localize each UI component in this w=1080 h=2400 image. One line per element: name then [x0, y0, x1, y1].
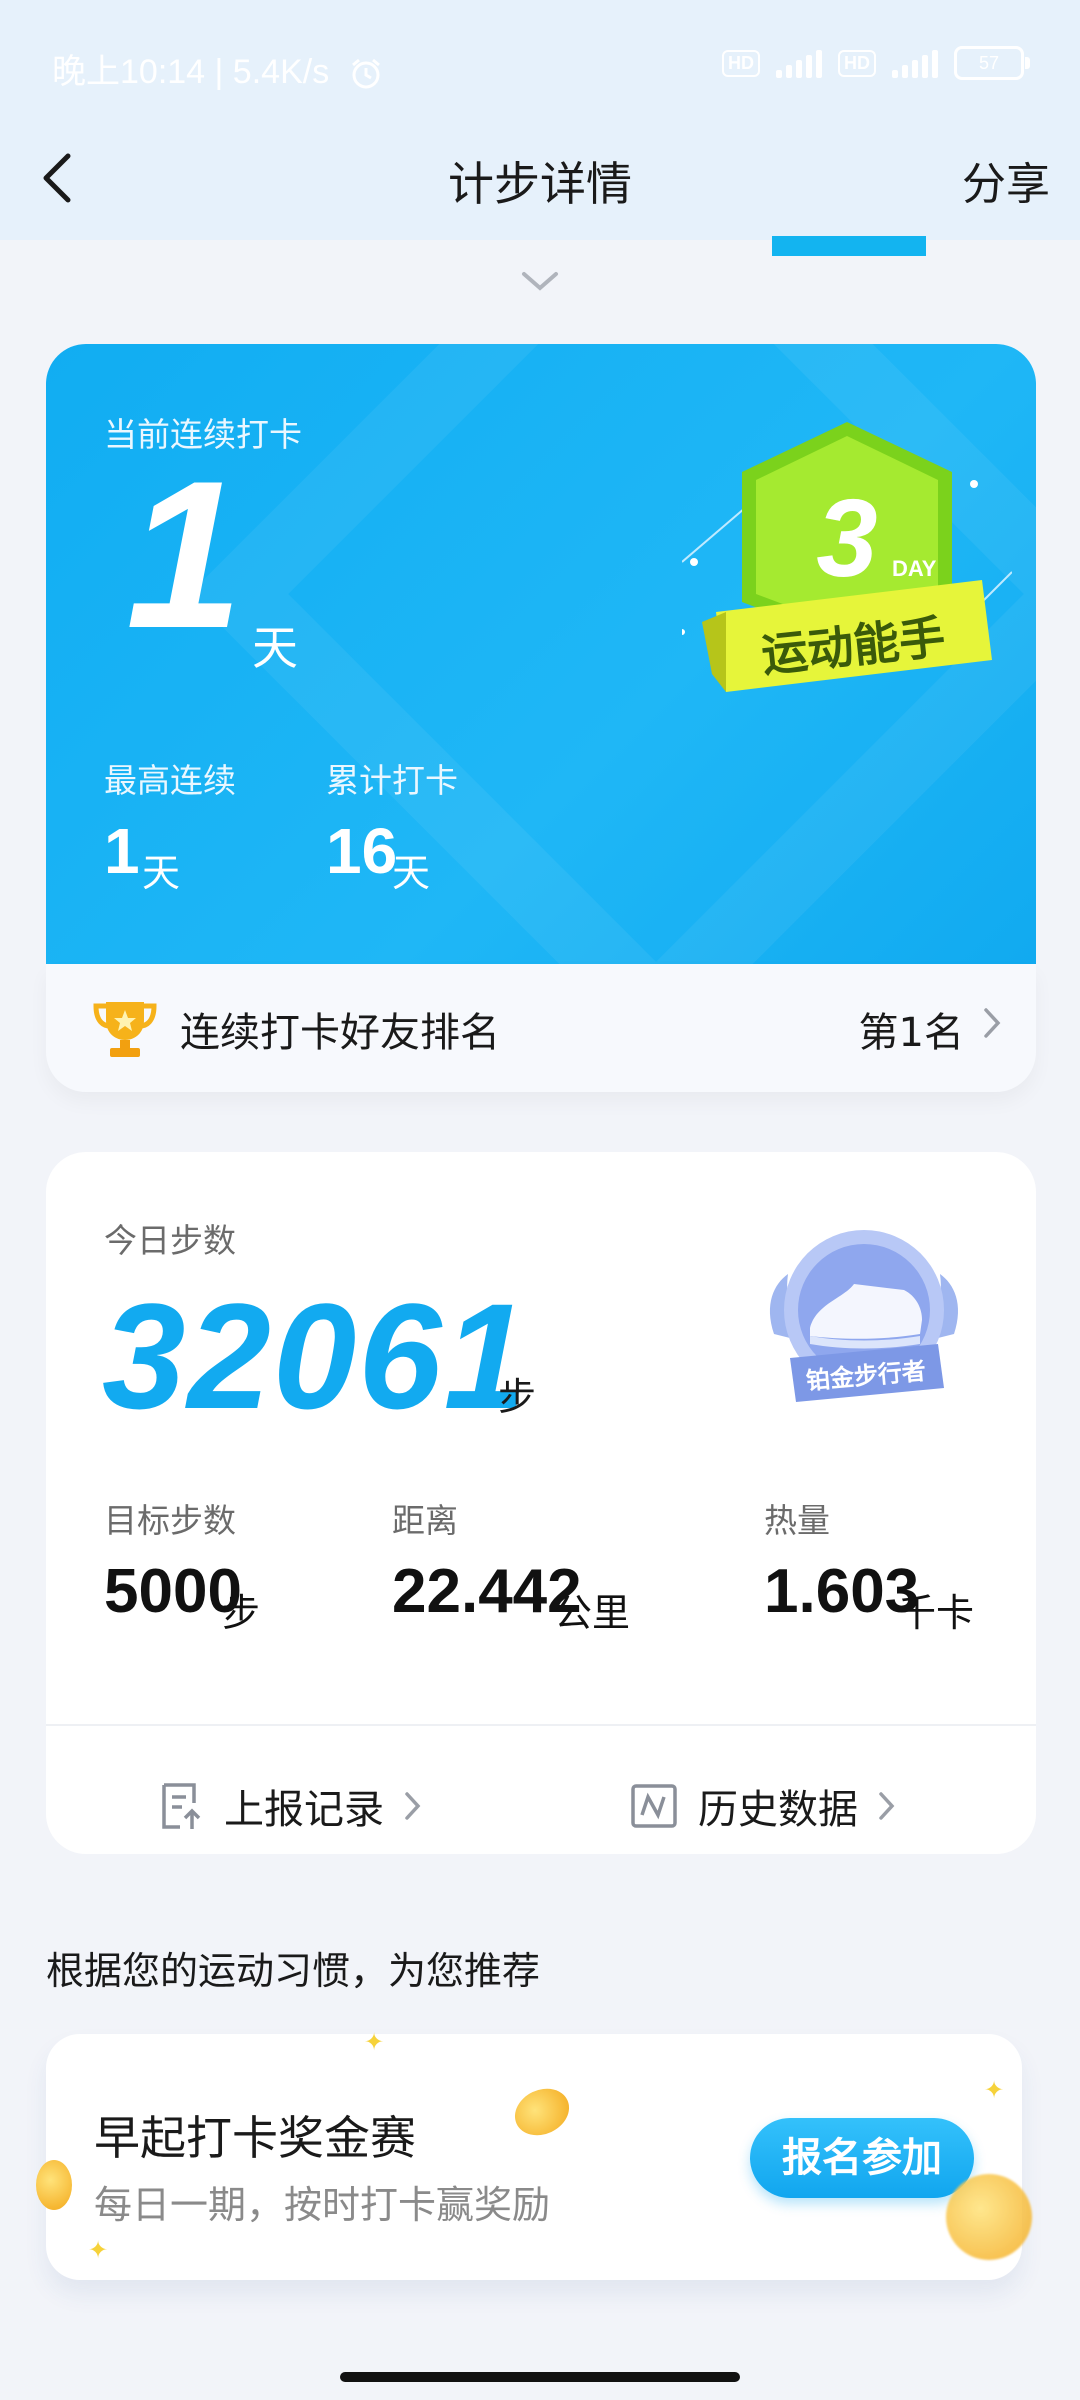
chevron-right-icon [405, 1792, 421, 1820]
sparkle-icon: ✦ [984, 2076, 1005, 2104]
sport-expert-badge-icon: 3 DAY 运动能手 [682, 422, 1012, 692]
time-speed-text: 晚上10:14 | 5.4K/s [52, 53, 330, 91]
chart-line-icon [631, 1784, 677, 1828]
best-streak-unit: 天 [142, 851, 181, 895]
signal-icon-2 [892, 48, 938, 78]
divider [46, 1724, 1036, 1726]
sparkle-icon: ✦ [88, 2236, 109, 2264]
calorie-label: 热量 [764, 1501, 830, 1540]
promo-title: 早起打卡奖金赛 [94, 2111, 416, 2165]
today-steps-value: 32061 [102, 1272, 530, 1440]
total-checkin-value: 16 [326, 815, 398, 887]
today-steps-card: 今日步数 32061 步 铂金步行者 目标步数 5000 步 距离 22.442… [46, 1152, 1036, 1854]
promo-subtitle: 每日一期，按时打卡赢奖励 [94, 2183, 551, 2227]
chevron-down-icon[interactable] [520, 270, 560, 294]
distance-label: 距离 [392, 1501, 458, 1540]
friend-rank-position: 第1名 [858, 1010, 964, 1056]
streak-unit: 天 [252, 621, 298, 675]
sparkle-icon: ✦ [364, 2028, 385, 2056]
total-checkin-label: 累计打卡 [326, 761, 458, 800]
history-data-label: 历史数据 [698, 1787, 858, 1833]
coin-icon [507, 2080, 577, 2144]
chevron-right-icon [984, 1008, 1001, 1038]
best-streak-value: 1 [104, 815, 140, 887]
best-streak-label: 最高连续 [104, 761, 236, 800]
status-bar: 晚上10:14 | 5.4K/s HD HD 57 [0, 0, 1080, 130]
calorie-unit: 千卡 [898, 1591, 975, 1635]
trophy-icon [93, 1002, 157, 1057]
nav-bar: 计步详情 分享 [0, 130, 1080, 240]
home-indicator[interactable] [340, 2372, 740, 2382]
hd-icon: HD [722, 49, 760, 77]
platinum-walker-badge-icon: 铂金步行者 [769, 1230, 959, 1402]
share-button[interactable]: 分享 [962, 148, 1050, 212]
recommend-heading: 根据您的运动习惯，为您推荐 [46, 1949, 541, 1993]
streak-card: 当前连续打卡 1 天 最高连续 1 天 累计打卡 16 天 3 DAY 运动能手 [46, 344, 1036, 964]
report-doc-icon [162, 1783, 201, 1829]
friend-rank-row[interactable]: 连续打卡好友排名 第1名 [46, 964, 1036, 1092]
tab-indicator [772, 236, 926, 256]
early-checkin-promo-card[interactable]: 早起打卡奖金赛 每日一期，按时打卡赢奖励 报名参加 ✦ ✦ ✦ [36, 2028, 1032, 2280]
goal-steps-unit: 步 [222, 1591, 261, 1635]
badge-day-label: DAY [892, 556, 937, 581]
distance-unit: 公里 [554, 1591, 631, 1635]
goal-steps-label: 目标步数 [104, 1501, 236, 1540]
badge-days-text: 3 [816, 477, 877, 600]
alarm-icon [351, 58, 380, 89]
status-time: 晚上10:14 | 5.4K/s [52, 44, 383, 93]
history-data-link[interactable]: 历史数据 [630, 1766, 896, 1846]
calorie-value: 1.603 [764, 1557, 920, 1626]
status-indicators: HD HD 57 [722, 46, 1030, 80]
total-checkin-unit: 天 [392, 851, 431, 895]
page-title: 计步详情 [448, 157, 632, 211]
coin-icon [946, 2174, 1032, 2260]
signal-icon [776, 48, 822, 78]
today-steps-unit: 步 [498, 1375, 537, 1419]
battery-icon: 57 [954, 46, 1030, 80]
today-steps-label: 今日步数 [104, 1221, 236, 1260]
report-record-label: 上报记录 [224, 1787, 384, 1833]
battery-level: 57 [978, 53, 1000, 73]
report-record-link[interactable]: 上报记录 [158, 1766, 422, 1846]
streak-current-value: 1 [126, 437, 243, 672]
join-button[interactable]: 报名参加 [750, 2118, 974, 2198]
friend-rank-label: 连续打卡好友排名 [180, 1010, 500, 1056]
chevron-right-icon [879, 1792, 895, 1820]
hd-icon-2: HD [838, 49, 876, 77]
coin-icon [36, 2160, 72, 2210]
